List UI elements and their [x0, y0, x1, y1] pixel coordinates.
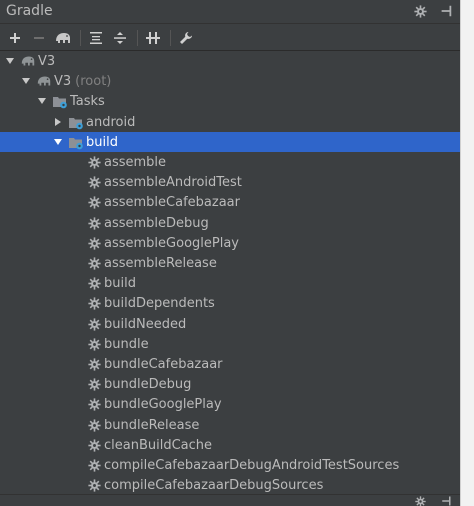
gear-icon: [86, 255, 102, 271]
tree-label: assembleDebug: [104, 215, 209, 231]
expand-all-icon[interactable]: [85, 27, 107, 49]
tree-label: assembleRelease: [104, 255, 217, 271]
toolbar-separator: [170, 29, 171, 46]
gear-icon: [86, 174, 102, 190]
root-suffix: (root): [75, 73, 112, 89]
tree-node[interactable]: android: [0, 112, 460, 132]
gradle-tool-window: Gradle V3 V3 (root) Tasks android build …: [0, 0, 460, 506]
gear-icon: [86, 376, 102, 392]
gear-icon: [86, 417, 102, 433]
task-item[interactable]: assembleGooglePlay: [0, 233, 460, 253]
task-item[interactable]: bundleDebug: [0, 374, 460, 394]
gear-icon: [86, 336, 102, 352]
tree-label: V3: [38, 53, 56, 69]
task-item[interactable]: assembleDebug: [0, 213, 460, 233]
gear-icon: [86, 356, 102, 372]
title-bar: Gradle: [0, 0, 460, 24]
expand-arrow-icon[interactable]: [52, 136, 64, 148]
task-item[interactable]: build: [0, 273, 460, 293]
folder-gear-icon: [52, 93, 68, 109]
gradle-project-tree: V3 V3 (root) Tasks android build assemble assem…: [0, 51, 460, 494]
gear-icon: [86, 275, 102, 291]
add-icon[interactable]: [4, 27, 26, 49]
tree-label: assembleGooglePlay: [104, 235, 239, 251]
editor-edge: [460, 0, 474, 506]
wrench-icon[interactable]: [175, 27, 197, 49]
tree-node[interactable]: V3 (root): [0, 71, 460, 91]
remove-icon[interactable]: [28, 27, 50, 49]
gear-icon: [86, 477, 102, 493]
task-item[interactable]: buildNeeded: [0, 314, 460, 334]
tree-label: bundleRelease: [104, 417, 200, 433]
tree-label: bundleGooglePlay: [104, 396, 222, 412]
gear-icon: [86, 235, 102, 251]
toolbar-separator: [80, 29, 81, 46]
tree-label: compileCafebazaarDebugSources: [104, 477, 324, 493]
settings-gear-icon[interactable]: [412, 3, 428, 19]
gear-icon: [86, 437, 102, 453]
task-item[interactable]: assembleCafebazaar: [0, 192, 460, 212]
bottom-bar: [0, 494, 460, 506]
task-item[interactable]: bundleGooglePlay: [0, 394, 460, 414]
task-item[interactable]: cleanBuildCache: [0, 435, 460, 455]
tree-label: build: [104, 275, 136, 291]
tree-node[interactable]: Tasks: [0, 91, 460, 111]
gear-icon: [86, 396, 102, 412]
gear-icon: [86, 194, 102, 210]
tree-label: bundleCafebazaar: [104, 356, 223, 372]
collapse-all-icon[interactable]: [109, 27, 131, 49]
expand-arrow-icon[interactable]: [36, 95, 48, 107]
tree-label: bundle: [104, 336, 149, 352]
task-item[interactable]: buildDependents: [0, 293, 460, 313]
gear-icon: [86, 215, 102, 231]
tree-label: bundleDebug: [104, 376, 192, 392]
tree-label: cleanBuildCache: [104, 437, 213, 453]
expand-arrow-icon[interactable]: [4, 55, 16, 67]
gear-icon: [86, 295, 102, 311]
gear-icon: [86, 316, 102, 332]
panel-title: Gradle: [6, 3, 53, 19]
task-item[interactable]: compileCafebazaarDebugAndroidTestSources: [0, 455, 460, 475]
task-item[interactable]: assembleRelease: [0, 253, 460, 273]
tree-label: assemble: [104, 154, 167, 170]
tree-label: V3: [54, 73, 72, 89]
tree-label: buildDependents: [104, 295, 215, 311]
toolbar-separator: [137, 29, 138, 46]
tree-label: assembleCafebazaar: [104, 194, 240, 210]
task-item[interactable]: compileCafebazaarDebugSources: [0, 475, 460, 494]
tree-label: buildNeeded: [104, 316, 187, 332]
hide-panel-icon[interactable]: [438, 495, 454, 506]
collapsed-arrow-icon[interactable]: [52, 116, 64, 128]
task-item[interactable]: bundle: [0, 334, 460, 354]
task-item[interactable]: bundleCafebazaar: [0, 354, 460, 374]
task-item[interactable]: bundleRelease: [0, 415, 460, 435]
gradle-elephant-icon[interactable]: [52, 27, 74, 49]
folder-gear-icon: [68, 114, 84, 130]
folder-gear-icon: [68, 134, 84, 150]
gradle-elephant-icon: [20, 53, 36, 69]
tree-node[interactable]: build: [0, 132, 460, 152]
task-item[interactable]: assembleAndroidTest: [0, 172, 460, 192]
gear-icon: [86, 457, 102, 473]
expand-arrow-icon[interactable]: [20, 75, 32, 87]
hide-panel-icon[interactable]: [438, 3, 454, 19]
tree-label: compileCafebazaarDebugAndroidTestSources: [104, 457, 400, 473]
tree-label: assembleAndroidTest: [104, 174, 242, 190]
task-item[interactable]: assemble: [0, 152, 460, 172]
settings-gear-icon[interactable]: [412, 495, 428, 506]
gear-icon: [86, 154, 102, 170]
gradle-elephant-icon: [36, 73, 52, 89]
gradle-toolbar: [0, 25, 460, 51]
tree-label: android: [86, 114, 136, 130]
tree-node[interactable]: V3: [0, 51, 460, 71]
tree-label: build: [86, 134, 118, 150]
toggle-offline-icon[interactable]: [142, 27, 164, 49]
tree-label: Tasks: [70, 93, 105, 109]
